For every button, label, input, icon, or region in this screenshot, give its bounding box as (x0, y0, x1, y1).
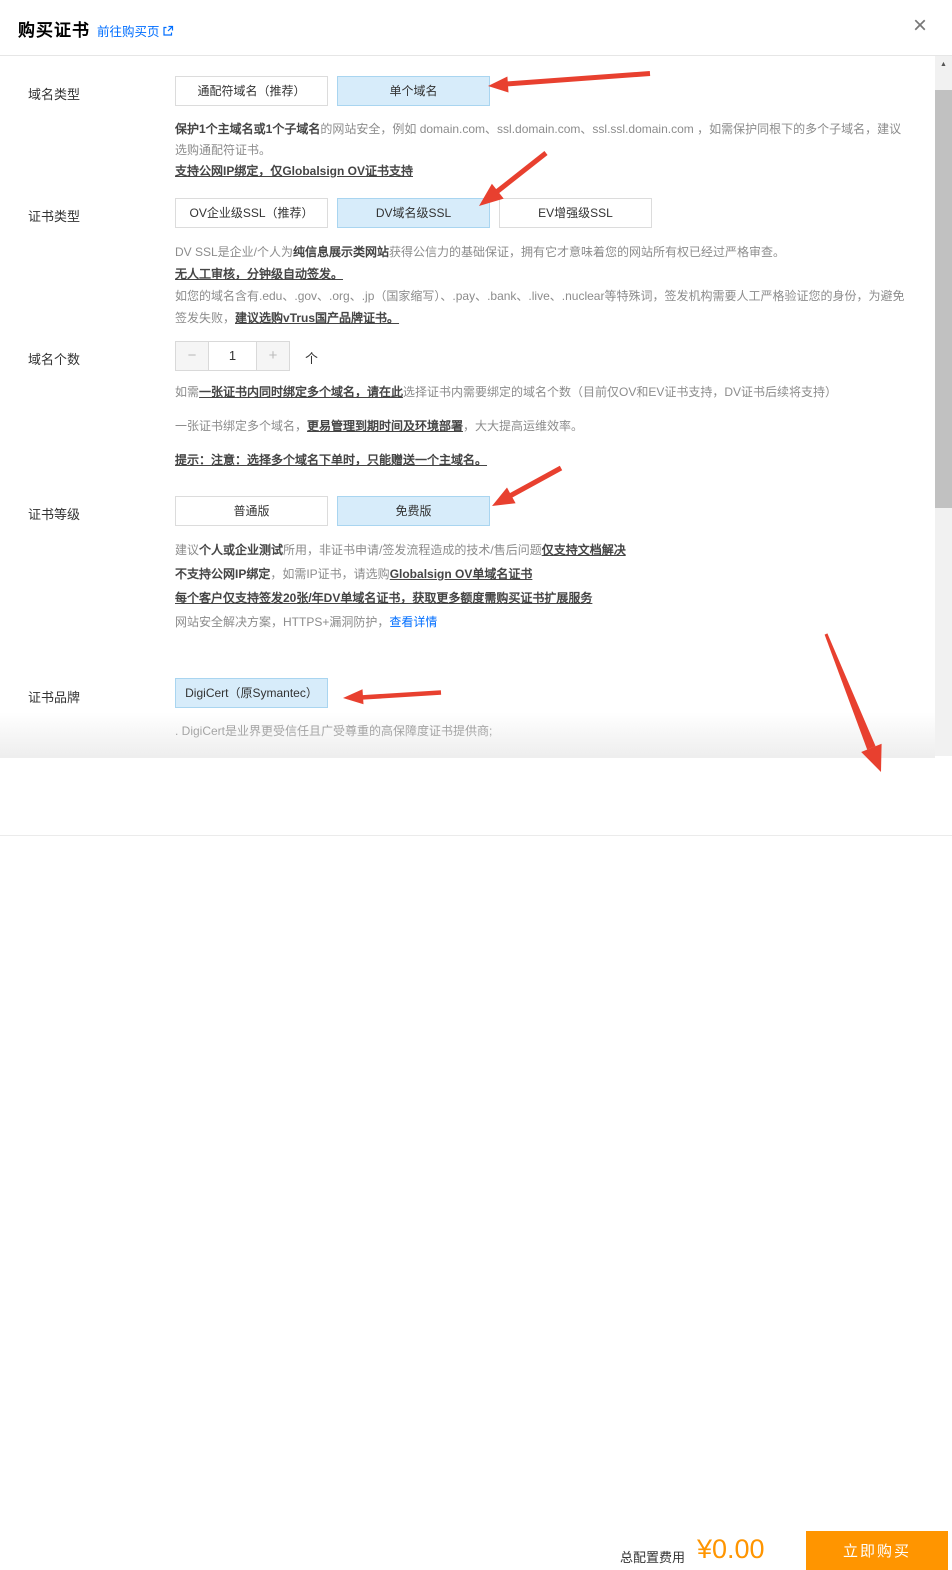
desc-text: 纯信息展示类网站 (293, 245, 389, 259)
option-single-domain[interactable]: 单个域名 (337, 76, 490, 106)
desc-text: 仅支持文档解决 (542, 543, 626, 557)
buy-now-button[interactable]: 立即购买 (806, 1531, 948, 1570)
desc-text: 网站安全解决方案，HTTPS+漏洞防护， (175, 615, 389, 629)
domain-type-label: 域名类型 (28, 84, 80, 103)
cert-brand-label: 证书品牌 (28, 687, 80, 706)
desc-text: 个人或企业测试 (199, 543, 283, 557)
dialog-footer: 总配置费用 ¥0.00 立即购买 (0, 758, 952, 846)
total-cost-label: 总配置费用 (620, 1547, 685, 1566)
domain-type-options: 通配符域名（推荐） 单个域名 (175, 76, 490, 106)
view-details-link[interactable]: 查看详情 (389, 615, 437, 629)
option-digicert[interactable]: DigiCert（原Symantec） (175, 678, 328, 708)
desc-text: DV SSL是企业/个人为 (175, 245, 293, 259)
desc-text: Globalsign OV单域名证书 (390, 567, 533, 581)
desc-text: 选择证书内需要绑定的域名个数（目前仅OV和EV证书支持，DV证书后续将支持） (403, 385, 837, 399)
desc-text: 建议选购vTrus国产品牌证书。 (235, 311, 399, 325)
desc-text: 无人工审核，分钟级自动签发。 (175, 267, 343, 281)
desc-text: 支持公网IP绑定，仅Globalsign OV证书支持 (175, 164, 413, 178)
close-icon[interactable]: × (906, 12, 934, 40)
total-price: ¥0.00 (697, 1534, 765, 1565)
dialog-header: 购买证书 前往购买页 × (0, 0, 952, 56)
desc-text: 保护1个主域名或1个子域名 (175, 122, 320, 136)
cert-type-options: OV企业级SSL（推荐） DV域名级SSL EV增强级SSL (175, 198, 652, 228)
domain-type-description: 保护1个主域名或1个子域名的网站安全，例如 domain.com、ssl.dom… (175, 119, 912, 182)
cert-type-label: 证书类型 (28, 206, 80, 225)
annotation-arrow-single-domain (506, 74, 650, 85)
desc-text: 更易管理到期时间及环境部署 (307, 419, 463, 433)
option-standard-edition[interactable]: 普通版 (175, 496, 328, 526)
cert-level-options: 普通版 免费版 (175, 496, 490, 526)
external-link-icon (162, 25, 174, 37)
go-to-purchase-page-label: 前往购买页 (97, 21, 160, 40)
page-title: 购买证书 (18, 16, 90, 41)
desc-text: . DigiCert是业界更受信任且广受尊重的高保障度证书提供商; (175, 724, 492, 738)
option-free-edition[interactable]: 免费版 (337, 496, 490, 526)
cert-brand-options: DigiCert（原Symantec） (175, 678, 328, 708)
go-to-purchase-page-link[interactable]: 前往购买页 (97, 21, 174, 40)
desc-text: 获得公信力的基础保证，拥有它才意味着您的网站所有权已经过严格审查。 (389, 245, 785, 259)
desc-text: 一张证书内同时绑定多个域名，请在此 (199, 385, 403, 399)
cert-level-description: 建议个人或企业测试所用，非证书申请/签发流程造成的技术/售后问题仅支持文档解决 … (175, 538, 912, 634)
buy-certificate-dialog: 购买证书 前往购买页 × 域名类型 通配符域名（推荐） 单个域名 保护1个主域名… (0, 0, 952, 846)
desc-text: 一张证书绑定多个域名， (175, 419, 307, 433)
stepper-minus-button[interactable]: − (176, 342, 209, 370)
desc-text: ，如需IP证书，请选购 (270, 567, 389, 581)
annotation-arrow-free-edition (508, 468, 561, 497)
bottom-divider (0, 835, 952, 836)
desc-text: 所用，非证书申请/签发流程造成的技术/售后问题 (283, 543, 542, 557)
option-wildcard-domain[interactable]: 通配符域名（推荐） (175, 76, 328, 106)
annotation-arrow-digicert (361, 693, 441, 698)
desc-text: 如需 (175, 385, 199, 399)
cert-brand-description: . DigiCert是业界更受信任且广受尊重的高保障度证书提供商; (175, 721, 912, 742)
stepper-plus-button[interactable]: + (256, 342, 289, 370)
desc-text: ，大大提高运维效率。 (463, 419, 583, 433)
desc-text: 每个客户仅支持签发20张/年DV单域名证书，获取更多额度需购买 (175, 591, 520, 605)
cert-extension-service-link[interactable]: 证书扩展服务 (520, 591, 592, 605)
option-ov-ssl[interactable]: OV企业级SSL（推荐） (175, 198, 328, 228)
option-ev-ssl[interactable]: EV增强级SSL (499, 198, 652, 228)
domain-count-label: 域名个数 (28, 349, 80, 368)
domain-count-stepper: − 1 + (175, 341, 290, 371)
option-dv-ssl[interactable]: DV域名级SSL (337, 198, 490, 228)
desc-text: 建议 (175, 543, 199, 557)
scrollbar-thumb[interactable] (935, 90, 952, 508)
desc-text: 提示：注意：选择多个域名下单时，只能赠送一个主域名。 (175, 453, 487, 467)
desc-text: 不支持公网IP绑定 (175, 567, 270, 581)
domain-count-input[interactable]: 1 (209, 342, 256, 370)
scrollbar-up-icon[interactable]: ▲ (935, 56, 952, 73)
cert-level-label: 证书等级 (28, 504, 80, 523)
domain-count-unit: 个 (305, 348, 318, 367)
domain-count-description: 如需一张证书内同时绑定多个域名，请在此选择证书内需要绑定的域名个数（目前仅OV和… (175, 382, 912, 471)
cert-type-description: DV SSL是企业/个人为纯信息展示类网站获得公信力的基础保证，拥有它才意味着您… (175, 241, 912, 329)
